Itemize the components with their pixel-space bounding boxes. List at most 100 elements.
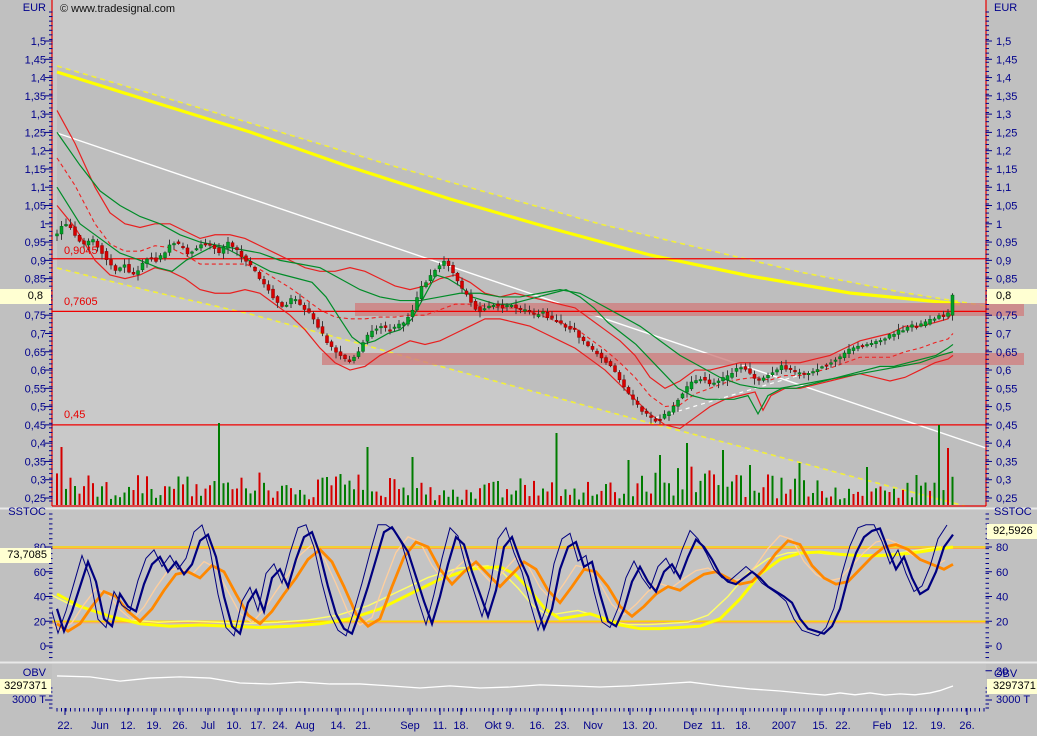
svg-text:60: 60: [996, 567, 1008, 579]
svg-text:1,1: 1,1: [996, 182, 1011, 194]
svg-text:0,75: 0,75: [25, 310, 46, 322]
svg-text:Okt: Okt: [484, 720, 501, 732]
svg-text:0,95: 0,95: [25, 237, 46, 249]
svg-text:22.: 22.: [57, 720, 72, 732]
svg-text:0,9: 0,9: [31, 255, 46, 267]
svg-text:1,45: 1,45: [996, 54, 1017, 66]
current-price-label-right: 0,8: [987, 289, 1037, 304]
svg-text:Feb: Feb: [873, 720, 892, 732]
svg-text:20: 20: [34, 616, 46, 628]
svg-text:0,75: 0,75: [996, 310, 1017, 322]
svg-text:0,95: 0,95: [996, 237, 1017, 249]
svg-text:13.: 13.: [622, 720, 637, 732]
svg-text:Nov: Nov: [583, 720, 603, 732]
svg-text:1,5: 1,5: [996, 36, 1011, 48]
svg-text:1,3: 1,3: [31, 109, 46, 121]
svg-text:40: 40: [996, 592, 1008, 604]
svg-text:Jul: Jul: [201, 720, 215, 732]
svg-text:1,15: 1,15: [25, 164, 46, 176]
svg-text:17.: 17.: [250, 720, 265, 732]
svg-text:22.: 22.: [835, 720, 850, 732]
svg-text:1,4: 1,4: [996, 73, 1011, 85]
svg-text:11.: 11.: [711, 720, 725, 732]
level-label-0-9045: 0,9045: [64, 245, 98, 257]
level-label-0-7605: 0,7605: [64, 296, 98, 308]
svg-text:0,55: 0,55: [996, 383, 1017, 395]
svg-text:0,85: 0,85: [996, 274, 1017, 286]
sstoc-title-right: SSTOC: [994, 506, 1032, 518]
svg-text:0,9: 0,9: [996, 255, 1011, 267]
svg-text:0,4: 0,4: [996, 438, 1011, 450]
svg-text:60: 60: [34, 567, 46, 579]
tradesignal-chart-window: 1,5 1,5 1,45 1,45 1,4 1,4 1,35 1,35 1,3 1,3 1,25 1,…: [0, 0, 1037, 736]
svg-text:18.: 18.: [735, 720, 750, 732]
svg-text:1,3: 1,3: [996, 109, 1011, 121]
obv-scale-tick-left: 3000 T: [0, 694, 46, 706]
svg-text:0,65: 0,65: [996, 347, 1017, 359]
svg-text:Sep: Sep: [400, 720, 420, 732]
svg-text:0,5: 0,5: [31, 402, 46, 414]
svg-text:19.: 19.: [146, 720, 161, 732]
svg-text:Jun: Jun: [91, 720, 109, 732]
svg-text:0,5: 0,5: [996, 402, 1011, 414]
svg-text:1,15: 1,15: [996, 164, 1017, 176]
svg-text:1,2: 1,2: [996, 146, 1011, 158]
svg-text:9.: 9.: [505, 720, 514, 732]
svg-text:20.: 20.: [642, 720, 657, 732]
svg-text:Dez: Dez: [683, 720, 703, 732]
svg-text:0,35: 0,35: [25, 456, 46, 468]
svg-text:12.: 12.: [120, 720, 135, 732]
svg-text:0,65: 0,65: [25, 347, 46, 359]
current-price-label-left: 0,8: [0, 289, 51, 304]
svg-text:0,4: 0,4: [31, 438, 46, 450]
svg-text:20: 20: [996, 616, 1008, 628]
svg-text:0,6: 0,6: [31, 365, 46, 377]
svg-text:1,45: 1,45: [25, 54, 46, 66]
svg-text:1,05: 1,05: [25, 201, 46, 213]
svg-text:16.: 16.: [529, 720, 544, 732]
chart-canvas[interactable]: 1,5 1,5 1,45 1,45 1,4 1,4 1,35 1,35 1,3 1,3 1,25 1,…: [0, 0, 1037, 736]
svg-text:0: 0: [996, 641, 1002, 653]
svg-text:1: 1: [996, 219, 1002, 231]
svg-text:0,3: 0,3: [31, 475, 46, 487]
svg-text:80: 80: [996, 542, 1008, 554]
svg-text:1,25: 1,25: [25, 127, 46, 139]
svg-text:0,3: 0,3: [996, 475, 1011, 487]
svg-text:19.: 19.: [930, 720, 945, 732]
currency-label-left: EUR: [0, 2, 46, 14]
svg-text:2007: 2007: [772, 720, 796, 732]
svg-text:1,25: 1,25: [996, 127, 1017, 139]
svg-text:14.: 14.: [330, 720, 345, 732]
svg-text:0,25: 0,25: [25, 493, 46, 505]
svg-text:Aug: Aug: [295, 720, 315, 732]
svg-text:23.: 23.: [554, 720, 569, 732]
svg-text:0,7: 0,7: [31, 328, 46, 340]
svg-text:1,1: 1,1: [31, 182, 46, 194]
obv-scale-tick-right: 3000 T: [996, 694, 1030, 706]
x-axis: 22.Jun12.19.26.Jul10.17.24.Aug14.21.Sep1…: [57, 708, 984, 732]
svg-text:0,35: 0,35: [996, 456, 1017, 468]
svg-text:1,35: 1,35: [996, 91, 1017, 103]
svg-text:11.: 11.: [433, 720, 447, 732]
svg-text:40: 40: [34, 592, 46, 604]
sstoc-value-left: 73,7085: [0, 548, 51, 563]
svg-text:1,05: 1,05: [996, 201, 1017, 213]
svg-text:0,55: 0,55: [25, 383, 46, 395]
obv-title-left: OBV: [0, 667, 46, 679]
svg-text:1,4: 1,4: [31, 73, 46, 85]
svg-text:0,6: 0,6: [996, 365, 1011, 377]
svg-text:0,7: 0,7: [996, 328, 1011, 340]
copyright-text: © www.tradesignal.com: [60, 3, 175, 15]
svg-text:0,25: 0,25: [996, 493, 1017, 505]
sstoc-value-right: 92,5926: [987, 524, 1037, 539]
svg-text:1: 1: [40, 219, 46, 231]
svg-text:21.: 21.: [355, 720, 370, 732]
svg-text:1,2: 1,2: [31, 146, 46, 158]
svg-text:0,45: 0,45: [996, 420, 1017, 432]
svg-text:10.: 10.: [226, 720, 241, 732]
svg-text:0,45: 0,45: [25, 420, 46, 432]
svg-text:26.: 26.: [172, 720, 187, 732]
svg-text:1,35: 1,35: [25, 91, 46, 103]
svg-text:1,5: 1,5: [31, 36, 46, 48]
svg-text:0: 0: [40, 641, 46, 653]
